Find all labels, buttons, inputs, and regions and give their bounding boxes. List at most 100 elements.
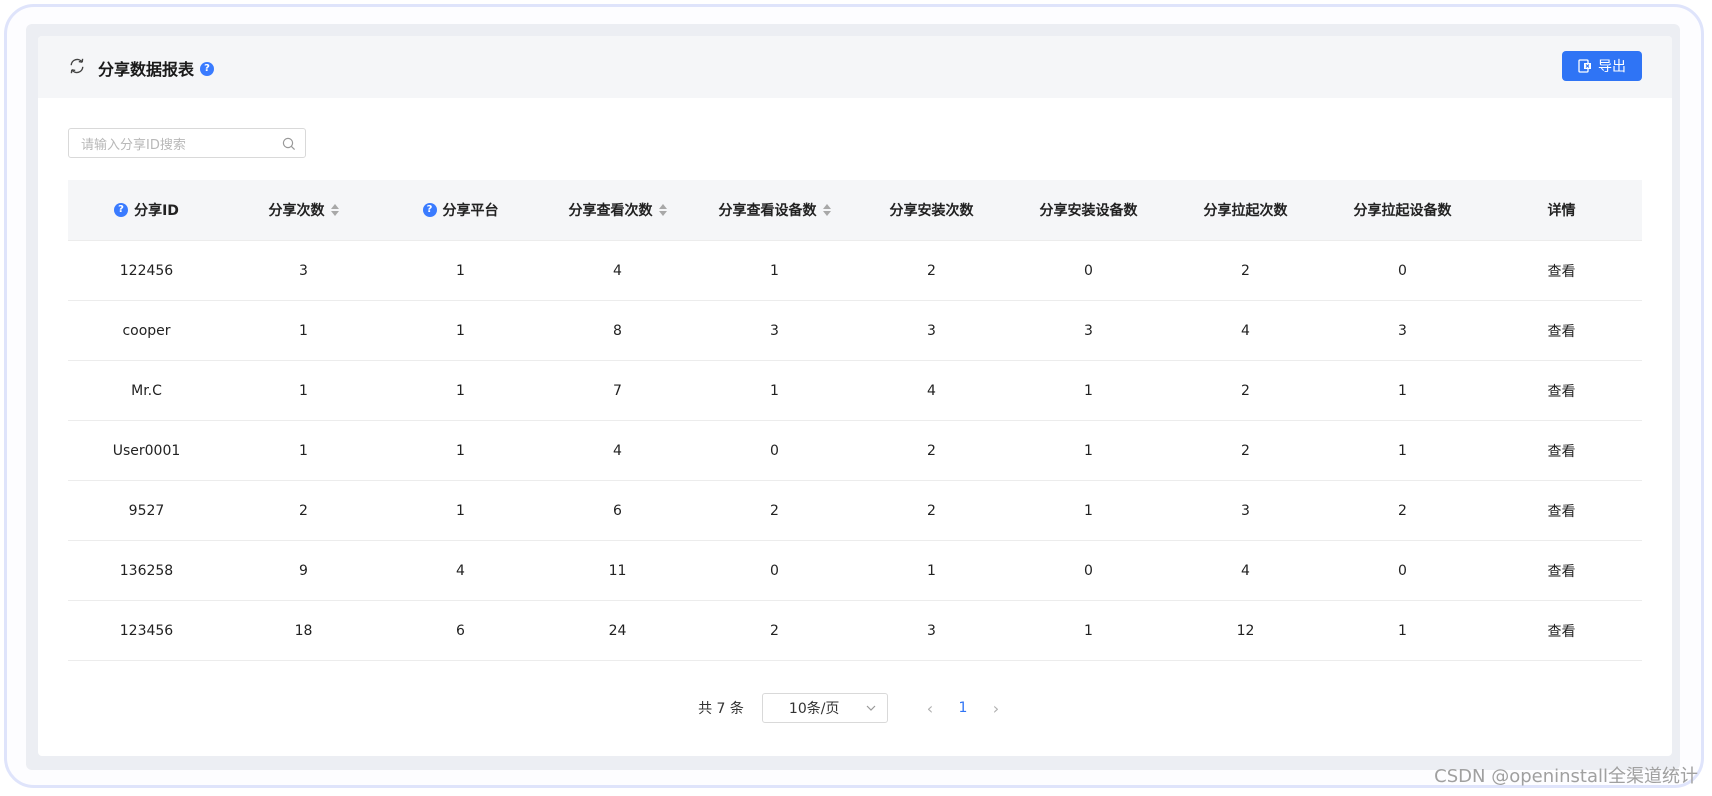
view-detail-link[interactable]: 查看 [1481, 600, 1642, 661]
cell-install-devices: 3 [1010, 300, 1167, 361]
cell-install-count: 3 [853, 600, 1010, 661]
next-page-button[interactable]: › [980, 699, 1012, 718]
column-label: 分享平台 [442, 203, 499, 219]
table-row: cooper 1 1 8 3 3 3 4 3 查看 [68, 300, 1642, 361]
cell-view-count: 8 [539, 300, 696, 361]
column-header-launch-count: 分享拉起次数 [1167, 180, 1324, 241]
cell-share-count: 9 [225, 540, 382, 601]
table-row: 123456 18 6 24 2 3 1 12 1 查看 [68, 600, 1642, 661]
cell-view-devices: 1 [696, 240, 853, 301]
cell-view-count: 6 [539, 480, 696, 541]
cell-platform-link[interactable]: 1 [382, 240, 539, 301]
cell-share-count: 1 [225, 360, 382, 421]
cell-launch-count: 4 [1167, 540, 1324, 601]
cell-platform-link[interactable]: 1 [382, 420, 539, 481]
chevron-down-icon [866, 705, 876, 711]
page-size-select[interactable]: 10条/页 [761, 693, 888, 723]
search-input-wrapper[interactable] [68, 128, 306, 158]
view-detail-link[interactable]: 查看 [1481, 240, 1642, 301]
cell-view-devices: 2 [696, 480, 853, 541]
cell-platform-link[interactable]: 1 [382, 360, 539, 421]
export-button[interactable]: 导出 [1562, 51, 1642, 81]
cell-launch-devices: 1 [1324, 420, 1481, 481]
sort-icon[interactable] [822, 204, 831, 216]
cell-view-count: 24 [539, 600, 696, 661]
column-label: 详情 [1547, 203, 1576, 219]
share-data-table: ? 分享ID 分享次数 ? 分享平台 分享查看次数 分享查看设备数 分享安装次数… [68, 180, 1642, 661]
cell-launch-count: 12 [1167, 600, 1324, 661]
cell-share-id: User0001 [68, 420, 225, 481]
column-label: 分享ID [134, 203, 179, 219]
cell-share-id: Mr.C [68, 360, 225, 421]
cell-install-count: 2 [853, 240, 1010, 301]
column-label: 分享拉起次数 [1203, 203, 1288, 219]
view-detail-link[interactable]: 查看 [1481, 300, 1642, 361]
cell-platform-link[interactable]: 4 [382, 540, 539, 601]
export-label: 导出 [1598, 59, 1626, 75]
total-count: 共 7 条 [698, 701, 744, 717]
column-header-view-count[interactable]: 分享查看次数 [539, 180, 696, 241]
cell-launch-devices: 0 [1324, 540, 1481, 601]
sort-icon[interactable] [330, 204, 339, 216]
column-label: 分享安装次数 [889, 203, 974, 219]
page-size-value: 10条/页 [788, 701, 840, 717]
cell-launch-devices: 0 [1324, 240, 1481, 301]
cell-view-devices: 2 [696, 600, 853, 661]
cell-platform-link[interactable]: 1 [382, 480, 539, 541]
column-header-install-count: 分享安装次数 [853, 180, 1010, 241]
help-icon[interactable]: ? [200, 62, 214, 76]
cell-share-id: 9527 [68, 480, 225, 541]
column-label: 分享查看设备数 [718, 203, 817, 219]
search-input[interactable] [79, 135, 273, 155]
cell-launch-count: 4 [1167, 300, 1324, 361]
view-detail-link[interactable]: 查看 [1481, 480, 1642, 541]
cell-launch-devices: 1 [1324, 360, 1481, 421]
cell-launch-count: 2 [1167, 360, 1324, 421]
column-label: 分享安装设备数 [1039, 203, 1138, 219]
view-detail-link[interactable]: 查看 [1481, 420, 1642, 481]
prev-page-button[interactable]: ‹ [914, 699, 946, 718]
cell-share-count: 18 [225, 600, 382, 661]
page-number-button[interactable]: 1 [946, 700, 980, 716]
cell-share-id: 123456 [68, 600, 225, 661]
cell-platform-link[interactable]: 6 [382, 600, 539, 661]
cell-launch-devices: 3 [1324, 300, 1481, 361]
cell-launch-count: 3 [1167, 480, 1324, 541]
cell-share-count: 1 [225, 300, 382, 361]
cell-view-devices: 1 [696, 360, 853, 421]
cell-view-count: 4 [539, 240, 696, 301]
cell-launch-count: 2 [1167, 420, 1324, 481]
column-header-view-devices[interactable]: 分享查看设备数 [696, 180, 853, 241]
card-header: 分享数据报表 ? 导出 [38, 36, 1672, 98]
cell-launch-devices: 1 [1324, 600, 1481, 661]
table-row: Mr.C 1 1 7 1 4 1 2 1 查看 [68, 360, 1642, 421]
cell-install-count: 4 [853, 360, 1010, 421]
table-row: 136258 9 4 11 0 1 0 4 0 查看 [68, 540, 1642, 601]
view-detail-link[interactable]: 查看 [1481, 360, 1642, 421]
cell-share-id: 122456 [68, 240, 225, 301]
page-title: 分享数据报表 [98, 60, 195, 79]
refresh-icon[interactable] [68, 57, 86, 75]
cell-install-devices: 0 [1010, 540, 1167, 601]
sort-icon[interactable] [658, 204, 667, 216]
cell-share-id: 136258 [68, 540, 225, 601]
cell-install-count: 3 [853, 300, 1010, 361]
cell-view-devices: 3 [696, 300, 853, 361]
cell-view-devices: 0 [696, 540, 853, 601]
column-header-share-count[interactable]: 分享次数 [225, 180, 382, 241]
column-header-detail: 详情 [1481, 180, 1642, 241]
cell-share-count: 1 [225, 420, 382, 481]
cell-launch-count: 2 [1167, 240, 1324, 301]
search-icon[interactable] [282, 137, 296, 151]
cell-platform-link[interactable]: 1 [382, 300, 539, 361]
help-icon[interactable]: ? [114, 203, 129, 217]
help-icon[interactable]: ? [422, 203, 437, 217]
table-row: 122456 3 1 4 1 2 0 2 0 查看 [68, 240, 1642, 301]
cell-install-count: 2 [853, 480, 1010, 541]
column-label: 分享次数 [268, 203, 325, 219]
cell-install-devices: 0 [1010, 240, 1167, 301]
column-header-share-id: ? 分享ID [68, 180, 225, 241]
cell-view-count: 7 [539, 360, 696, 421]
view-detail-link[interactable]: 查看 [1481, 540, 1642, 601]
cell-install-devices: 1 [1010, 600, 1167, 661]
